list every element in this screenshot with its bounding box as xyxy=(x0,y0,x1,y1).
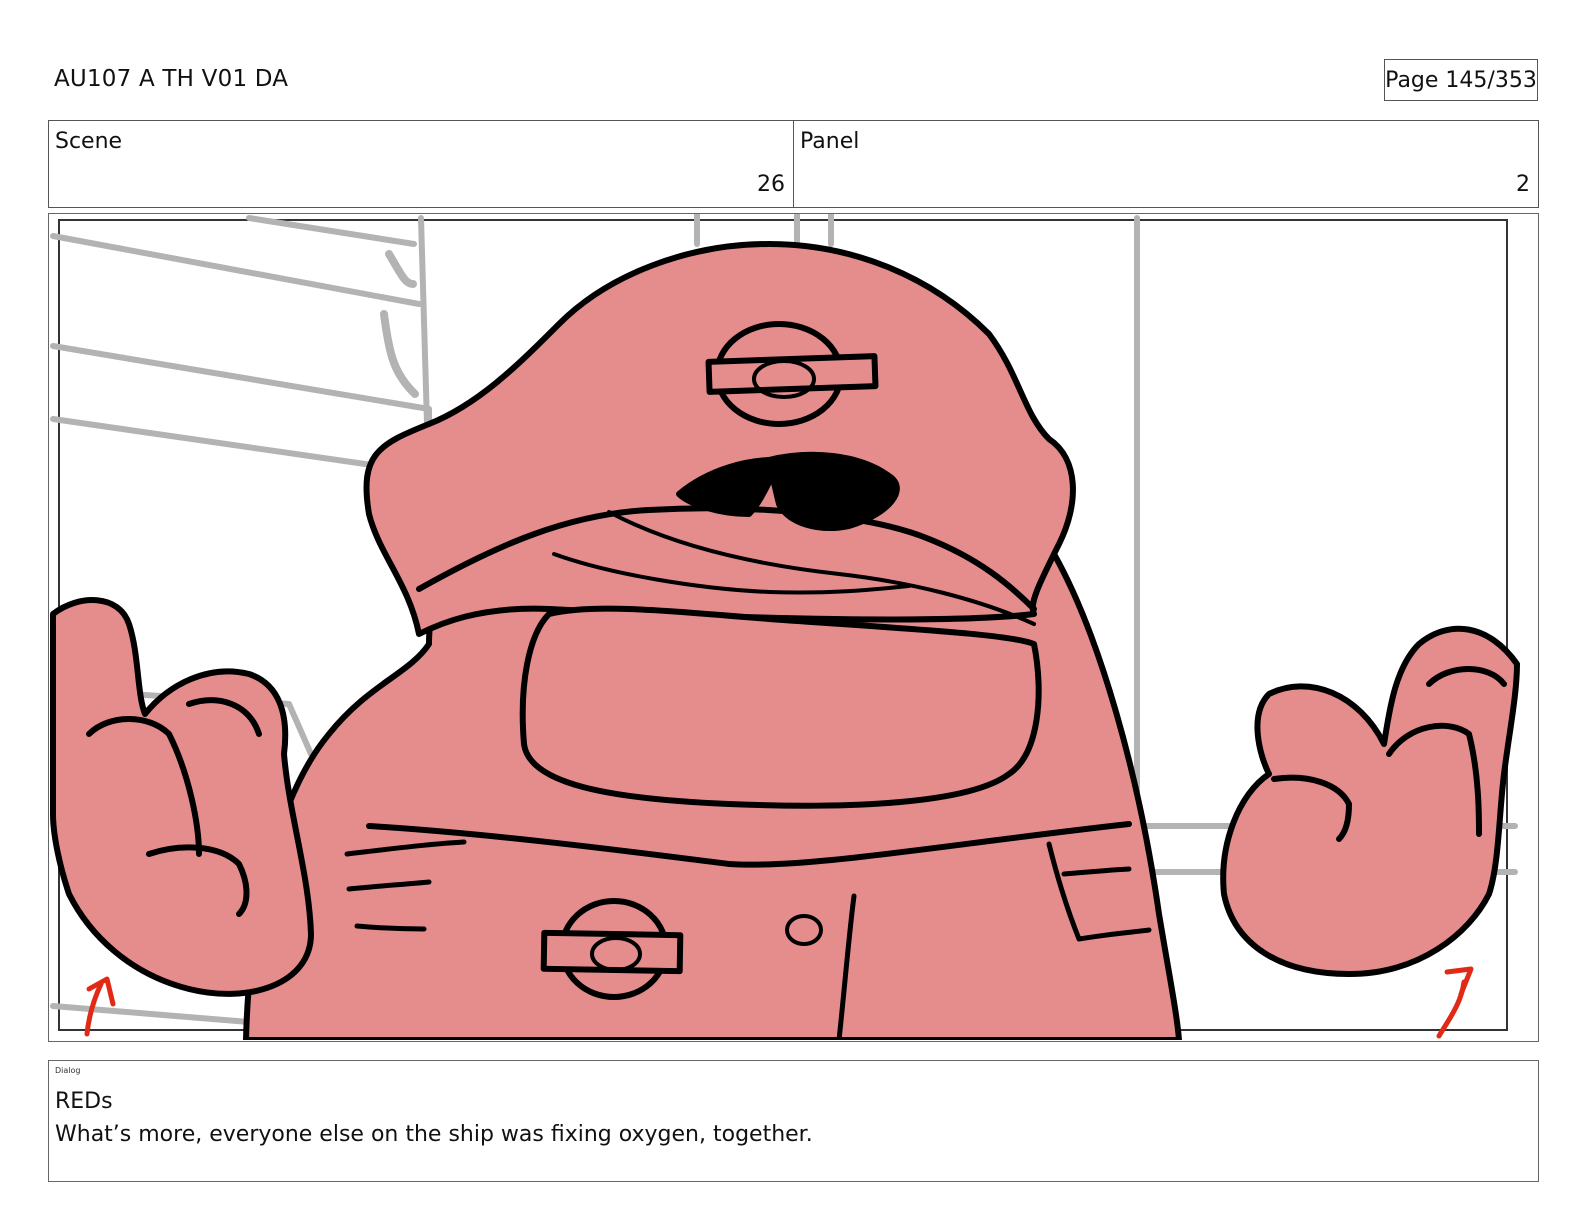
panel-label: Panel xyxy=(800,129,860,154)
storyboard-panel-frame xyxy=(48,213,1539,1042)
dialog-tag: Dialog xyxy=(55,1066,81,1075)
scene-panel-header: Scene 26 Panel 2 xyxy=(48,120,1539,208)
character-body xyxy=(243,241,1182,1040)
scene-number: 26 xyxy=(757,172,785,197)
dialog-speaker: REDs xyxy=(55,1089,113,1114)
left-hand xyxy=(50,597,314,997)
document-title: AU107 A TH V01 DA xyxy=(54,66,289,92)
page-number-badge: Page 145/353 xyxy=(1384,59,1538,101)
panel-cell: Panel 2 xyxy=(793,121,1538,207)
storyboard-drawing xyxy=(50,214,1520,1040)
dialog-line: What’s more, everyone else on the ship w… xyxy=(55,1122,813,1147)
dialog-box: Dialog REDs What’s more, everyone else o… xyxy=(48,1060,1539,1182)
scene-cell: Scene 26 xyxy=(49,121,793,207)
scene-label: Scene xyxy=(55,129,123,154)
panel-number: 2 xyxy=(1516,172,1530,197)
right-hand xyxy=(1220,625,1520,977)
